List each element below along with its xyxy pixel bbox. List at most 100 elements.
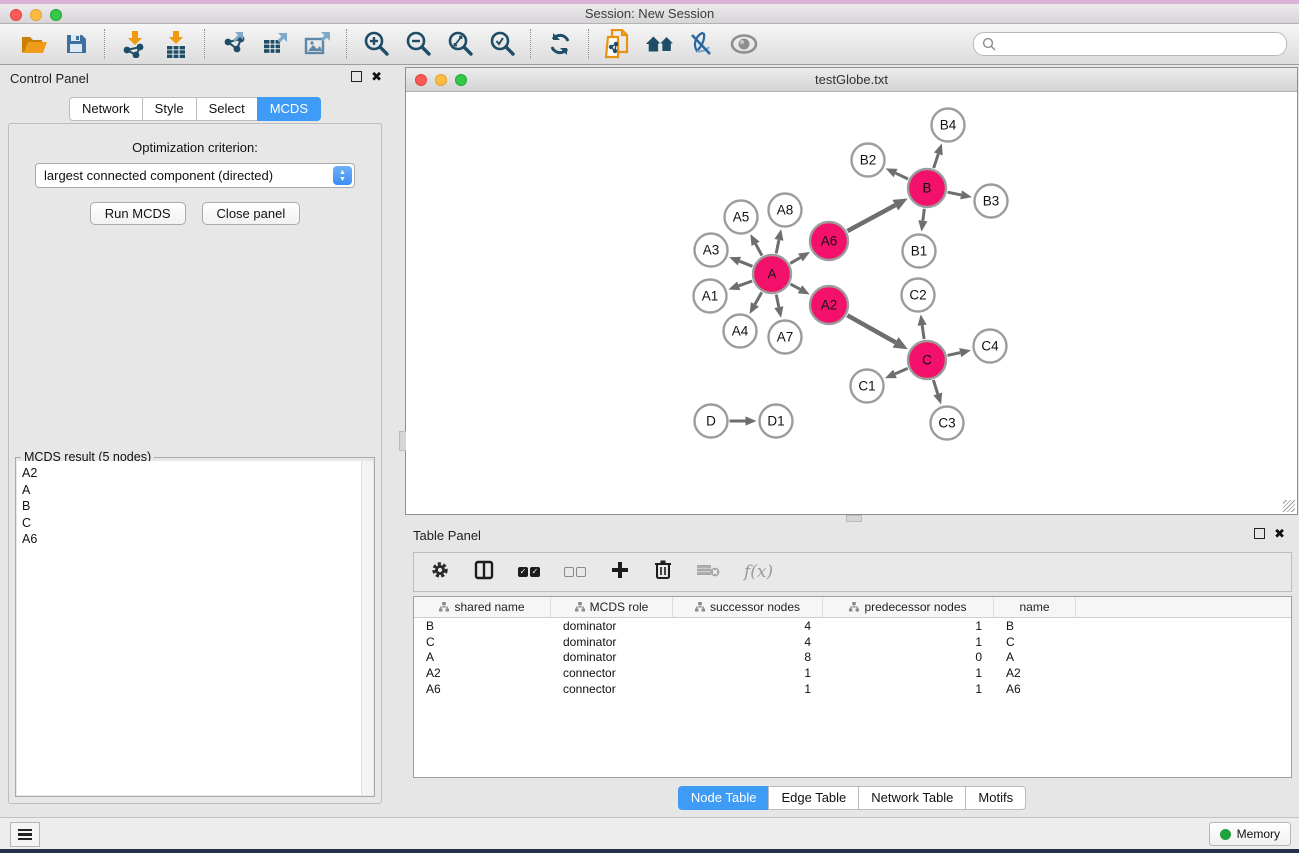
run-mcds-button[interactable]: Run MCDS [90,202,186,225]
zoom-fit-icon[interactable] [444,28,476,60]
tab-select[interactable]: Select [196,97,257,121]
cell-MCDS-role[interactable]: dominator [551,650,673,664]
edge-B-B4[interactable] [934,154,939,168]
tab-network-table[interactable]: Network Table [858,786,965,810]
mcds-result-list[interactable]: A2ABCA6 [17,461,362,795]
edge-A-A8[interactable] [776,240,779,254]
tab-edge-table[interactable]: Edge Table [768,786,858,810]
edge-B-B3[interactable] [948,192,962,195]
cell-shared-name[interactable]: B [414,619,551,633]
close-panel-button[interactable]: Close panel [202,202,301,225]
export-network-icon[interactable] [218,28,250,60]
edge-A-A7[interactable] [776,295,779,308]
edge-A-A6[interactable] [790,258,800,264]
cell-successor-nodes[interactable]: 8 [673,650,823,664]
cell-name[interactable]: C [994,635,1076,649]
cell-name[interactable]: A2 [994,666,1076,680]
edge-B-B1[interactable] [923,209,925,221]
cell-name[interactable]: B [994,619,1076,633]
refresh-icon[interactable] [544,28,576,60]
search-box[interactable] [973,32,1287,56]
network-graph[interactable]: B4B2BB3A8A5A6A3B1AC2A1A2A4A7C4CC1C3DD1 [406,92,1297,515]
edge-C-C3[interactable] [933,380,937,394]
cell-successor-nodes[interactable]: 4 [673,635,823,649]
table-row[interactable]: Cdominator41C [414,634,1291,650]
table-close-panel-icon[interactable]: ✖ [1274,528,1285,539]
cell-successor-nodes[interactable]: 1 [673,682,823,696]
cell-MCDS-role[interactable]: connector [551,666,673,680]
edge-A-A4[interactable] [755,292,762,304]
cell-MCDS-role[interactable]: dominator [551,635,673,649]
task-history-button[interactable] [10,822,40,847]
table-row[interactable]: A2connector11A2 [414,665,1291,681]
cell-successor-nodes[interactable]: 1 [673,666,823,680]
save-session-icon[interactable] [60,28,92,60]
search-input[interactable] [996,36,1278,52]
cell-successor-nodes[interactable]: 4 [673,619,823,633]
unselect-all-columns-icon[interactable] [564,567,586,577]
tab-style[interactable]: Style [142,97,196,121]
cell-predecessor-nodes[interactable]: 1 [823,619,994,633]
resize-grip-icon[interactable] [1283,500,1295,512]
table-row[interactable]: Adominator80A [414,650,1291,666]
horizontal-splitter-handle[interactable] [846,515,862,522]
cell-name[interactable]: A6 [994,682,1076,696]
cell-predecessor-nodes[interactable]: 0 [823,650,994,664]
open-folder-icon[interactable] [18,28,50,60]
zoom-out-icon[interactable] [402,28,434,60]
show-hide-icon[interactable] [728,28,760,60]
criterion-dropdown[interactable]: largest connected component (directed) ▲… [35,163,355,188]
tab-mcds[interactable]: MCDS [257,97,321,121]
new-network-from-selection-icon[interactable] [602,28,634,60]
zoom-selected-icon[interactable] [486,28,518,60]
cell-shared-name[interactable]: A6 [414,682,551,696]
cell-predecessor-nodes[interactable]: 1 [823,682,994,696]
table-row[interactable]: A6connector11A6 [414,681,1291,697]
edge-B-B2[interactable] [896,173,908,179]
cell-name[interactable]: A [994,650,1076,664]
column-header-shared-name[interactable]: shared name [414,597,551,617]
split-columns-icon[interactable] [474,560,494,585]
zoom-in-icon[interactable] [360,28,392,60]
tab-node-table[interactable]: Node Table [678,786,769,810]
edge-C-C1[interactable] [895,368,908,374]
export-table-icon[interactable] [260,28,292,60]
cybrowser-home-icon[interactable] [644,28,676,60]
table-float-panel-icon[interactable] [1254,528,1265,539]
cell-predecessor-nodes[interactable]: 1 [823,635,994,649]
edge-C-C2[interactable] [922,325,924,339]
edge-C-C4[interactable] [947,353,960,356]
column-header-MCDS-role[interactable]: MCDS role [551,597,673,617]
table-row[interactable]: Bdominator41B [414,618,1291,634]
close-panel-icon[interactable]: ✖ [371,71,382,82]
network-window-titlebar[interactable]: testGlobe.txt [406,68,1297,92]
node-table[interactable]: shared nameMCDS rolesuccessor nodesprede… [413,596,1292,778]
float-panel-icon[interactable] [351,71,362,82]
mcds-result-scrollbar[interactable] [362,461,373,795]
cell-shared-name[interactable]: A [414,650,551,664]
mcds-result-item[interactable]: C [22,515,361,532]
mcds-result-item[interactable]: B [22,498,361,515]
mcds-result-item[interactable]: A [22,482,361,499]
cell-MCDS-role[interactable]: connector [551,682,673,696]
select-all-columns-icon[interactable]: ✓✓ [518,567,540,577]
add-column-icon[interactable] [610,560,630,585]
edge-A-A5[interactable] [756,244,762,256]
cell-shared-name[interactable]: C [414,635,551,649]
mcds-result-item[interactable]: A2 [22,465,361,482]
delete-column-icon[interactable] [654,559,672,585]
import-table-icon[interactable] [160,28,192,60]
cell-shared-name[interactable]: A2 [414,666,551,680]
gear-icon[interactable] [430,560,450,585]
edge-A2-C[interactable] [847,315,895,342]
column-header-successor-nodes[interactable]: successor nodes [673,597,823,617]
column-header-predecessor-nodes[interactable]: predecessor nodes [823,597,994,617]
memory-button[interactable]: Memory [1209,822,1291,846]
cell-predecessor-nodes[interactable]: 1 [823,666,994,680]
export-image-icon[interactable] [302,28,334,60]
edge-A6-B[interactable] [847,205,895,231]
tab-motifs[interactable]: Motifs [965,786,1026,810]
edge-A-A1[interactable] [739,281,752,286]
edge-A-A2[interactable] [790,284,800,289]
edge-A-A3[interactable] [739,261,752,266]
